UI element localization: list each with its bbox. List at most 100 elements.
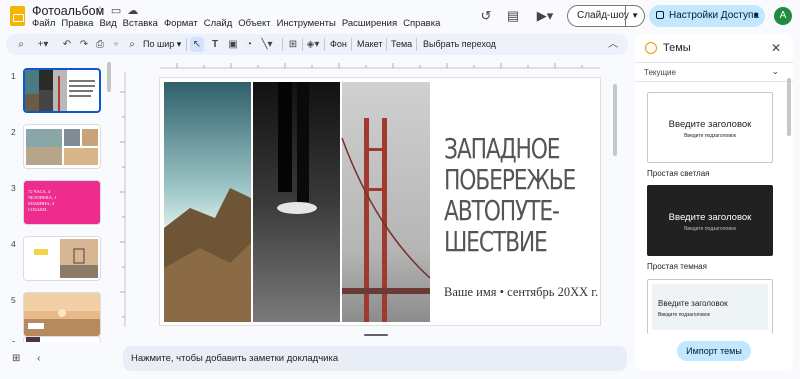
slides-logo-icon[interactable] — [10, 6, 25, 26]
undo-icon[interactable]: ↶ — [61, 37, 73, 52]
slide-thumbnail[interactable]: 72 ЧАСА, 4 ЧЕЛОВЕКА, 1 МАШИНА, 3 СОБАКИ. — [23, 180, 101, 225]
image-icon[interactable]: ▣ — [226, 37, 240, 52]
slide-thumbnail-art — [24, 337, 100, 342]
zoom-icon[interactable]: ⌕ — [126, 37, 138, 52]
theme-card-simple-dark[interactable]: Введите заголовок Введите подзаголовок — [647, 185, 773, 256]
zoom-select[interactable]: По шир ▾ — [143, 37, 181, 52]
menu-format[interactable]: Формат — [164, 18, 203, 29]
new-slide-icon[interactable]: +▾ — [34, 37, 52, 52]
theme-button[interactable]: Тема — [391, 37, 412, 52]
collapse-filmstrip-icon[interactable]: ‹ — [37, 353, 40, 364]
move-folder-icon[interactable]: ▭ — [111, 4, 121, 17]
comment-add-icon[interactable]: ⊞ — [286, 37, 300, 52]
document-title[interactable]: Фотоальбом — [32, 4, 104, 18]
filmstrip-slide[interactable]: 6 — [0, 336, 113, 342]
menu-tools[interactable]: Инструменты — [277, 18, 341, 29]
fill-color-icon[interactable]: ◈▾ — [304, 37, 322, 52]
slide-title-line: ЗАПАДНОЕ — [444, 132, 561, 165]
import-theme-button[interactable]: Импорт темы — [677, 341, 751, 361]
slide-number: 2 — [11, 127, 16, 137]
slide-number: 5 — [11, 295, 16, 305]
slide-subtitle[interactable]: Ваше имя • сентябрь 20XX г. — [444, 285, 598, 300]
toolbar-divider — [324, 38, 325, 51]
filmstrip-slide[interactable]: 3 72 ЧАСА, 4 ЧЕЛОВЕКА, 1 МАШИНА, 3 СОБАК… — [0, 180, 113, 230]
bottom-controls: ⊞ ‹ — [12, 353, 41, 364]
theme-card-heading: Введите заголовок — [668, 119, 752, 130]
slide-title[interactable]: ЗАПАДНОЕ ПОБЕРЕЖЬЕ АВТОПУТЕ- ШЕСТВИЕ — [444, 132, 576, 258]
theme-name: Простая темная — [647, 262, 707, 271]
theme-card-subheading: Введите подзаголовок — [658, 312, 710, 318]
themes-filter-dropdown[interactable]: Текущие ⌄ — [635, 62, 793, 82]
line-icon[interactable]: ╲▾ — [258, 37, 276, 52]
video-call-icon[interactable]: ▶▾ — [533, 7, 557, 25]
theme-card-heading: Введите заголовок — [658, 299, 728, 308]
menu-slide[interactable]: Слайд — [204, 18, 238, 29]
themes-filter-label: Текущие — [644, 68, 676, 77]
slideshow-divider — [625, 6, 626, 26]
slide-title-line: ШЕСТВИЕ — [444, 225, 548, 258]
menu-extensions[interactable]: Расширения — [342, 18, 402, 29]
text-box-icon[interactable]: T — [208, 37, 222, 52]
theme-card-subheading: Введите подзаголовок — [684, 226, 736, 232]
select-cursor-icon[interactable]: ↖ — [190, 37, 204, 52]
vertical-ruler[interactable] — [117, 72, 126, 327]
filmstrip-scrollbar[interactable] — [107, 62, 111, 92]
menu-object[interactable]: Объект — [238, 18, 275, 29]
palette-icon — [645, 42, 657, 54]
slide-thumbnail-art — [24, 237, 100, 280]
chevron-down-icon[interactable]: ▼ — [631, 6, 639, 26]
print-icon[interactable]: ⎙ — [94, 37, 106, 52]
slide-thumbnail[interactable] — [23, 68, 101, 113]
notes-resize-handle[interactable] — [364, 334, 388, 336]
menu-edit[interactable]: Правка — [61, 18, 98, 29]
chevron-up-icon[interactable]: ︿ — [606, 37, 620, 52]
redo-icon[interactable]: ↷ — [78, 37, 90, 52]
menu-help[interactable]: Справка — [403, 18, 445, 29]
menu-view[interactable]: Вид — [99, 18, 121, 29]
layout-button[interactable]: Макет — [357, 37, 382, 52]
grid-view-icon[interactable]: ⊞ — [12, 353, 20, 364]
transition-button[interactable]: Выбрать переход — [423, 37, 496, 52]
avatar[interactable]: A — [774, 7, 792, 25]
slide-thumbnail[interactable] — [23, 124, 101, 169]
filmstrip-slide[interactable]: 5 — [0, 292, 113, 342]
shape-icon[interactable]: ◔ — [242, 37, 256, 52]
themes-panel: Темы ✕ Текущие ⌄ Введите заголовок Введи… — [635, 34, 793, 371]
chevron-down-icon[interactable]: ▼ — [752, 5, 760, 27]
share-button[interactable]: Настройки Доступа ▼ — [649, 5, 765, 27]
background-button[interactable]: Фон — [330, 37, 347, 52]
toolbar-divider — [416, 38, 417, 51]
paint-format-icon[interactable]: ⌖ — [110, 37, 122, 52]
speaker-notes[interactable]: Нажмите, чтобы добавить заметки докладчи… — [123, 346, 627, 371]
history-icon[interactable]: ↺ — [477, 7, 495, 25]
theme-card-simple-light[interactable]: Введите заголовок Введите подзаголовок — [647, 92, 773, 163]
slide-thumbnail[interactable] — [23, 336, 101, 342]
slide-number: 1 — [11, 71, 16, 81]
canvas-scrollbar[interactable] — [613, 84, 617, 156]
slide-canvas[interactable]: ЗАПАДНОЕ ПОБЕРЕЖЬЕ АВТОПУТЕ- ШЕСТВИЕ Ваш… — [160, 78, 600, 325]
title-icons: ☆ ▭ ☁ — [95, 4, 138, 17]
comments-icon[interactable]: ▤ — [504, 7, 522, 25]
slideshow-button[interactable]: Слайд-шоу ▼ — [567, 5, 645, 27]
slide-thumbnail[interactable] — [23, 292, 101, 337]
filmstrip-slide[interactable]: 4 — [0, 236, 113, 286]
cloud-status-icon[interactable]: ☁ — [127, 4, 138, 17]
theme-name: Простая светлая — [647, 169, 710, 178]
close-icon[interactable]: ✕ — [771, 41, 781, 55]
menu-file[interactable]: Файл — [32, 18, 60, 29]
toolbar-divider — [302, 38, 303, 51]
menu-insert[interactable]: Вставка — [123, 18, 163, 29]
slide-thumbnail[interactable] — [23, 236, 101, 281]
themes-scrollbar[interactable] — [787, 78, 791, 136]
slide-number: 6 — [11, 339, 16, 342]
search-menus-icon[interactable]: ⌕ — [14, 37, 28, 52]
toolbar: ⌕ +▾ ↶ ↷ ⎙ ⌖ ⌕ По шир ▾ ↖ T ▣ ◔ ╲▾ ⊞ ◈▾ … — [6, 34, 628, 55]
filmstrip-slide[interactable]: 2 — [0, 124, 113, 174]
app-header: Фотоальбом ☆ ▭ ☁ Файл Правка Вид Вставка… — [0, 0, 800, 33]
theme-card-streamline[interactable]: Введите заголовок Введите подзаголовок — [647, 279, 773, 334]
horizontal-ruler[interactable] — [160, 60, 600, 69]
slide-thumbnail-art — [24, 125, 100, 168]
lock-icon — [656, 11, 664, 19]
star-icon[interactable]: ☆ — [95, 4, 105, 17]
filmstrip-slide[interactable]: 1 — [0, 68, 113, 118]
